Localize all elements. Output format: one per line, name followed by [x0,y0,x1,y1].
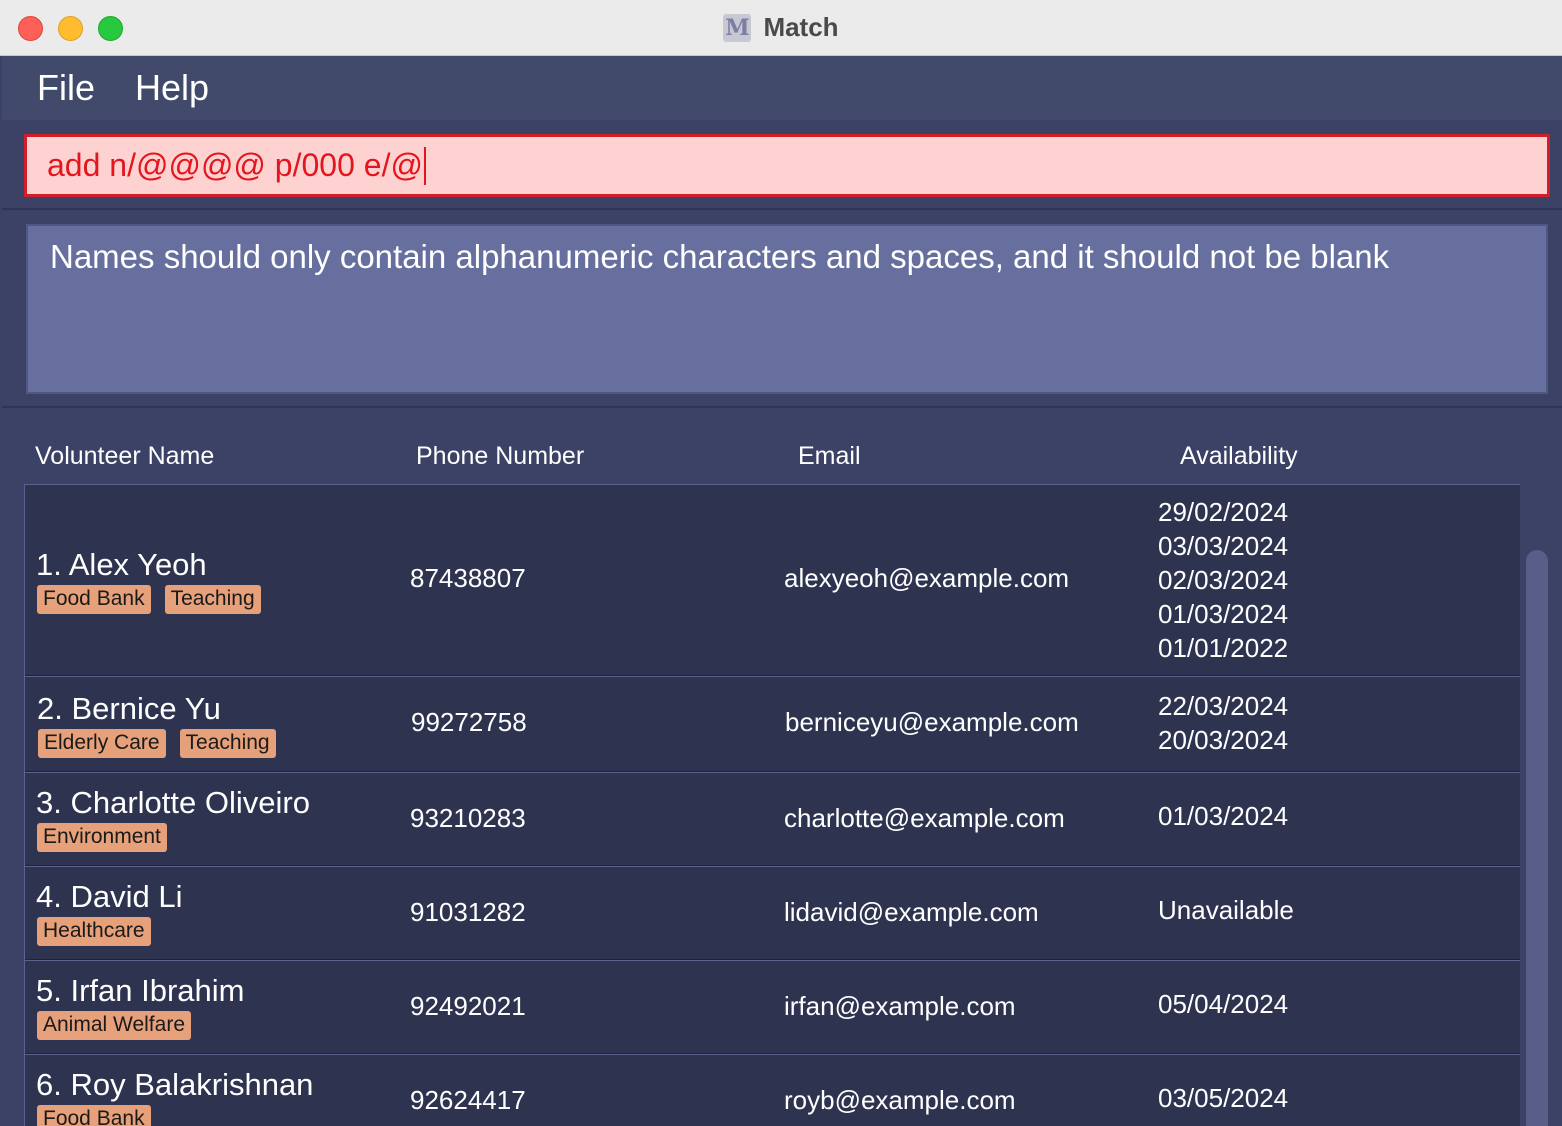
text-caret [423,146,426,185]
volunteer-phone: 92492021 [410,991,526,1021]
availability-date: 03/05/2024 [1158,1083,1289,1113]
volunteer-availability: 05/04/2024 [1158,987,1288,1021]
volunteer-name: 2. Bernice Yu [37,691,221,726]
volunteer-tags: Environment [37,823,167,852]
volunteer-list[interactable]: 1. Alex Yeoh Food Bank Teaching 87438807… [24,484,1520,1126]
volunteer-tags: Elderly Care Teaching [38,729,276,758]
volunteer-name: 6. Roy Balakrishnan [36,1067,314,1102]
availability-date: 29/02/2024 [1158,497,1289,527]
volunteer-availability: 03/05/2024 [1158,1081,1288,1115]
volunteer-name: 5. Irfan Ibrahim [36,973,245,1008]
volunteer-phone: 91031282 [410,897,526,927]
volunteer-tag: Teaching [164,585,261,614]
volunteer-row[interactable]: 2. Bernice Yu Elderly Care Teaching 9927… [25,676,1520,772]
volunteer-tags: Healthcare [37,917,151,946]
availability-date: 01/01/2022 [1158,633,1289,663]
volunteer-row[interactable]: 1. Alex Yeoh Food Bank Teaching 87438807… [25,484,1520,676]
volunteer-row[interactable]: 6. Roy Balakrishnan Food Bank 92624417 r… [25,1054,1520,1126]
availability-date: 03/03/2024 [1158,531,1289,561]
title-bar: M Match [0,0,1562,56]
volunteer-tag: Environment [37,823,167,852]
maximize-window-button[interactable] [98,16,123,41]
column-header-email: Email [798,442,861,470]
availability-date: 02/03/2024 [1158,565,1289,595]
volunteer-email: royb@example.com [784,1085,1016,1115]
command-input[interactable]: add n/@@@@ p/000 e/@ [24,134,1550,197]
list-scrollbar[interactable] [1526,490,1548,1126]
volunteer-tags: Food Bank [37,1105,151,1126]
availability-date: 01/03/2024 [1158,801,1289,831]
menu-file[interactable]: File [37,67,95,109]
volunteer-availability: 22/03/2024 20/03/2024 [1158,689,1288,757]
menu-bar: File Help [2,56,1562,120]
window-title: Match [763,12,839,42]
volunteer-email: lidavid@example.com [784,897,1039,927]
volunteer-tag: Healthcare [37,917,151,946]
volunteer-availability: Unavailable [1158,893,1294,927]
availability-status: Unavailable [1158,895,1294,925]
volunteer-name: 3. Charlotte Oliveiro [36,785,310,820]
volunteer-phone: 93210283 [410,803,526,833]
availability-date: 22/03/2024 [1158,691,1289,721]
result-section: Names should only contain alphanumeric c… [2,212,1562,408]
window-title-group: M Match [723,12,839,43]
volunteer-row[interactable]: 4. David Li Healthcare 91031282 lidavid@… [25,866,1520,960]
column-header-name: Volunteer Name [35,442,215,470]
column-header-phone: Phone Number [416,442,585,470]
availability-date: 01/03/2024 [1158,599,1289,629]
volunteer-email: charlotte@example.com [784,803,1065,833]
volunteer-email: berniceyu@example.com [785,707,1079,737]
command-input-text: add n/@@@@ p/000 e/@ [47,147,423,183]
menu-help[interactable]: Help [135,67,209,109]
volunteer-email: alexyeoh@example.com [784,563,1070,593]
command-section: add n/@@@@ p/000 e/@ [2,122,1562,210]
volunteer-row[interactable]: 5. Irfan Ibrahim Animal Welfare 92492021… [25,960,1520,1054]
volunteer-email: irfan@example.com [784,991,1016,1021]
result-message: Names should only contain alphanumeric c… [50,238,1390,275]
app-logo-icon: M [723,13,752,42]
volunteer-availability: 29/02/2024 03/03/2024 02/03/2024 01/03/2… [1158,495,1288,665]
scrollbar-thumb[interactable] [1526,550,1548,1126]
volunteer-phone: 92624417 [410,1085,526,1115]
volunteer-tag: Food Bank [37,585,151,614]
volunteer-availability: 01/03/2024 [1158,799,1288,833]
volunteer-tag: Animal Welfare [37,1011,191,1040]
volunteer-tag: Teaching [179,729,276,758]
app-window: File Help add n/@@@@ p/000 e/@ Names sho… [2,56,1562,1126]
volunteer-phone: 87438807 [410,563,526,593]
availability-date: 05/04/2024 [1158,989,1289,1019]
volunteer-tag: Food Bank [37,1105,151,1126]
volunteer-tags: Food Bank Teaching [37,585,261,614]
volunteer-tags: Animal Welfare [37,1011,191,1040]
volunteer-name: 1. Alex Yeoh [36,547,207,582]
volunteer-tag: Elderly Care [38,729,166,758]
minimize-window-button[interactable] [58,16,83,41]
volunteer-row[interactable]: 3. Charlotte Oliveiro Environment 932102… [25,772,1520,866]
column-headers: Volunteer Name Phone Number Email Availa… [2,442,1562,482]
column-header-availability: Availability [1180,442,1298,470]
volunteer-list-section: Volunteer Name Phone Number Email Availa… [2,410,1562,1126]
volunteer-phone: 99272758 [411,707,527,737]
volunteer-name: 4. David Li [36,879,183,914]
availability-date: 20/03/2024 [1158,725,1289,755]
close-window-button[interactable] [18,16,43,41]
result-display: Names should only contain alphanumeric c… [26,224,1548,394]
